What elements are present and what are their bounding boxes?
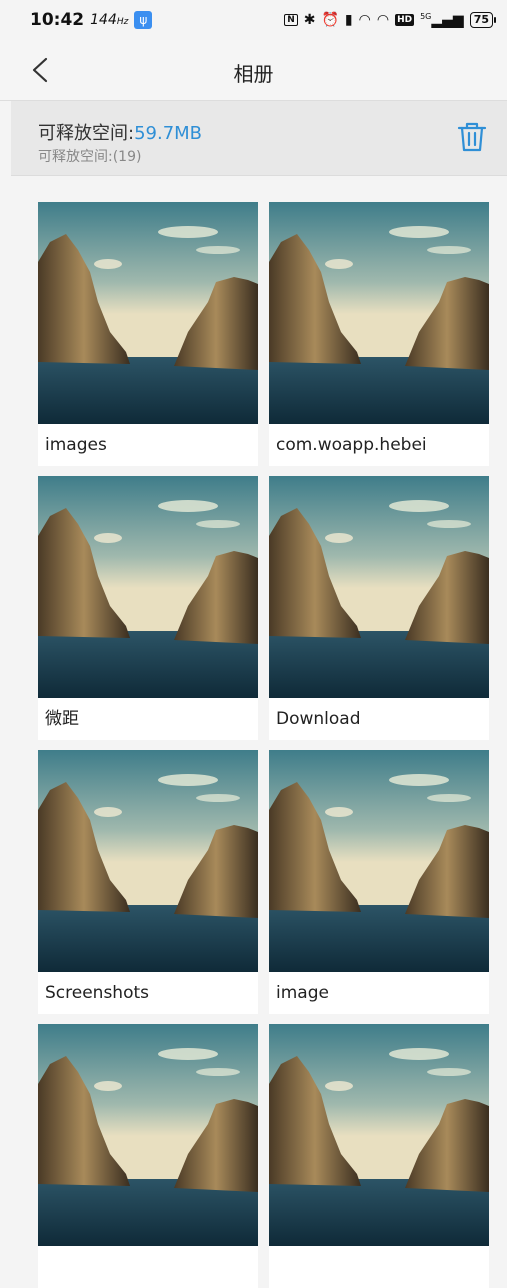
refresh-rate: 144Hz (90, 12, 128, 28)
wifi-icon: ◠ (358, 12, 371, 28)
album-name: Screenshots (45, 983, 150, 1003)
album-thumbnail (269, 1024, 489, 1246)
album-name (38, 1246, 258, 1288)
album-item[interactable] (38, 1024, 258, 1288)
storage-panel: 可释放空间:59.7MB 可释放空间:(19) (11, 101, 507, 176)
trash-icon[interactable] (457, 121, 487, 153)
album-thumbnail (269, 202, 489, 424)
album-item[interactable]: com.woapp.hebei (269, 202, 489, 466)
refresh-rate-unit: Hz (116, 17, 129, 27)
album-item[interactable]: images (38, 202, 258, 466)
battery-icon: 75 (469, 12, 497, 28)
album-thumbnail (269, 476, 489, 698)
releasable-space-label: 可释放空间: (38, 123, 135, 144)
status-bar: 10:42 144Hz ψ N ✱ ⏰ ▮ ◠ ◠ HD 5G▂▄▆ 75 (0, 0, 507, 40)
album-thumbnail (38, 202, 258, 424)
releasable-count: 可释放空间:(19) (38, 149, 142, 165)
status-time: 10:42 (30, 10, 85, 30)
nfc-icon: N (284, 14, 298, 26)
album-item[interactable]: Screenshots (38, 750, 258, 1014)
network-type: 5G (420, 11, 432, 21)
refresh-rate-value: 144 (90, 12, 117, 28)
releasable-space: 可释放空间:59.7MB (38, 119, 202, 145)
app-header: 相册 (0, 40, 507, 101)
releasable-space-value: 59.7MB (134, 123, 203, 144)
wifi-secondary-icon: ◠ (376, 12, 390, 28)
album-name (269, 1246, 489, 1288)
status-bar-right: N ✱ ⏰ ▮ ◠ ◠ HD 5G▂▄▆ 75 (284, 11, 497, 29)
vibrate-icon: ▮ (344, 12, 353, 28)
page-title: 相册 (233, 62, 274, 86)
album-item[interactable]: image (269, 750, 489, 1014)
album-name: Download (276, 709, 361, 729)
album-item[interactable] (269, 1024, 489, 1288)
album-item[interactable]: 微距 (38, 476, 258, 740)
album-name: com.woapp.hebei (276, 435, 427, 455)
album-thumbnail (38, 750, 258, 972)
album-item[interactable]: Download (269, 476, 489, 740)
bluetooth-icon: ✱ (303, 12, 316, 28)
album-thumbnail (269, 750, 489, 972)
album-thumbnail (38, 1024, 258, 1246)
album-thumbnail (38, 476, 258, 698)
album-grid: images com.woapp.hebei 微距 Download Scree… (38, 202, 489, 1288)
album-name: images (45, 435, 107, 455)
battery-level: 75 (473, 13, 489, 26)
album-name: image (276, 983, 329, 1003)
usb-icon: ψ (134, 11, 153, 29)
album-name: 微距 (45, 709, 79, 729)
status-bar-left: 10:42 144Hz ψ (30, 10, 153, 30)
signal-icon: 5G▂▄▆ (420, 11, 464, 29)
hd-icon: HD (395, 14, 415, 26)
alarm-icon: ⏰ (321, 12, 339, 28)
